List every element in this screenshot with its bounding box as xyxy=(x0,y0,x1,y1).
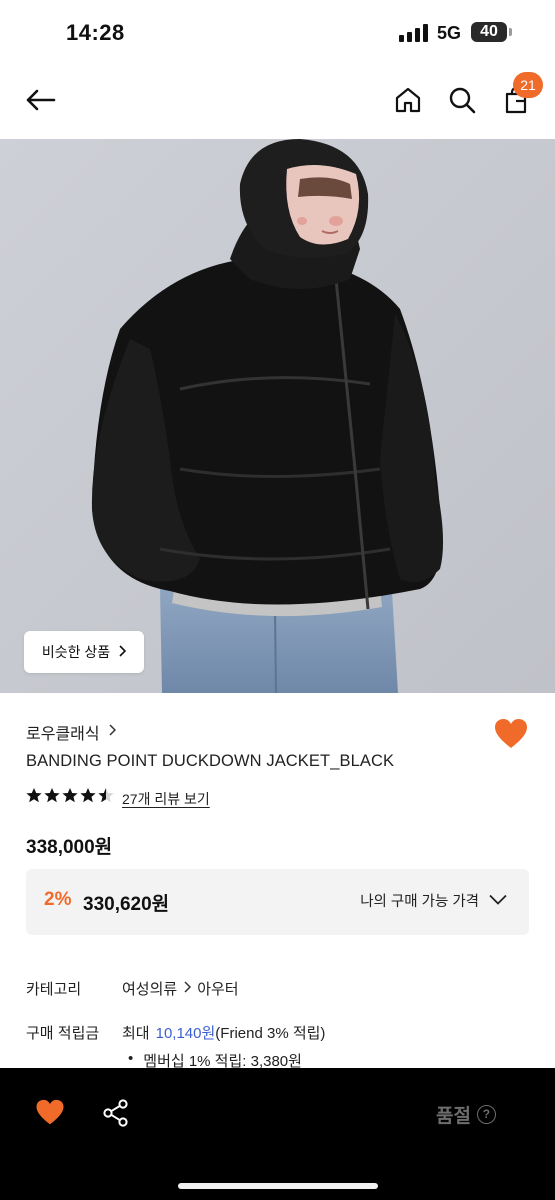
rating-stars xyxy=(26,787,114,810)
points-key: 구매 적립금 xyxy=(26,1025,100,1042)
status-time: 14:28 xyxy=(66,20,125,45)
member-price-box[interactable]: 2% 330,620원 나의 구매 가능 가격 xyxy=(26,869,529,935)
category-key: 카테고리 xyxy=(26,981,82,998)
original-price: 338,000원 xyxy=(26,837,113,858)
points-suffix: (Friend 3% 적립) xyxy=(215,1025,326,1042)
points-row: 구매 적립금 최대 10,140원 (Friend 3% 적립) xyxy=(26,1022,325,1043)
cart-count-badge: 21 xyxy=(513,72,543,98)
points-prefix: 최대 xyxy=(122,1025,150,1042)
status-bar: 14:28 5G 40 xyxy=(0,0,555,62)
home-indicator xyxy=(178,1183,378,1189)
brand-name: 로우클래식 xyxy=(26,726,100,743)
top-nav xyxy=(0,62,555,138)
bottom-action-bar xyxy=(0,1068,555,1200)
wishlist-heart-icon[interactable] xyxy=(35,1099,65,1131)
category-path: 여성의류 아우터 xyxy=(122,978,239,999)
search-icon[interactable] xyxy=(446,84,478,116)
share-icon[interactable] xyxy=(102,1099,130,1132)
member-price: 330,620원 xyxy=(83,894,170,915)
chevron-right-icon xyxy=(118,644,127,660)
chevron-right-icon xyxy=(183,980,192,997)
product-photo xyxy=(0,139,555,693)
category-level-1[interactable]: 여성의류 xyxy=(122,978,177,999)
category-level-2[interactable]: 아우터 xyxy=(197,978,238,999)
like-heart-icon[interactable] xyxy=(494,718,528,750)
product-image[interactable] xyxy=(0,139,555,693)
similar-products-label: 비슷한 상품 xyxy=(41,644,111,660)
category-row: 카테고리 여성의류 아우터 xyxy=(26,978,239,999)
soldout-label: 품절 xyxy=(436,1106,471,1127)
back-arrow-icon[interactable] xyxy=(24,84,56,116)
battery-icon: 40 xyxy=(471,22,507,42)
similar-products-button[interactable]: 비슷한 상품 xyxy=(24,631,144,673)
battery-tip xyxy=(509,28,512,36)
discount-percent: 2% xyxy=(44,889,72,910)
rating-row: 27개 리뷰 보기 xyxy=(26,787,210,810)
home-icon[interactable] xyxy=(392,84,424,116)
points-value-group: 최대 10,140원 (Friend 3% 적립) xyxy=(122,1022,325,1043)
signal-icon xyxy=(399,24,429,42)
network-label: 5G xyxy=(437,23,462,43)
brand-link[interactable]: 로우클래식 xyxy=(26,720,116,744)
soldout-status: 품절 ? xyxy=(436,1101,496,1128)
points-value: 10,140원 xyxy=(155,1025,216,1042)
chevron-down-icon xyxy=(489,893,507,909)
review-link[interactable]: 27개 리뷰 보기 xyxy=(122,789,210,809)
member-price-toggle[interactable]: 나의 구매 가능 가격 xyxy=(360,890,507,911)
product-name: BANDING POINT DUCKDOWN JACKET_BLACK xyxy=(26,752,395,770)
chevron-right-icon xyxy=(108,723,116,741)
question-icon[interactable]: ? xyxy=(476,1105,496,1124)
member-price-label: 나의 구매 가능 가격 xyxy=(360,894,479,910)
